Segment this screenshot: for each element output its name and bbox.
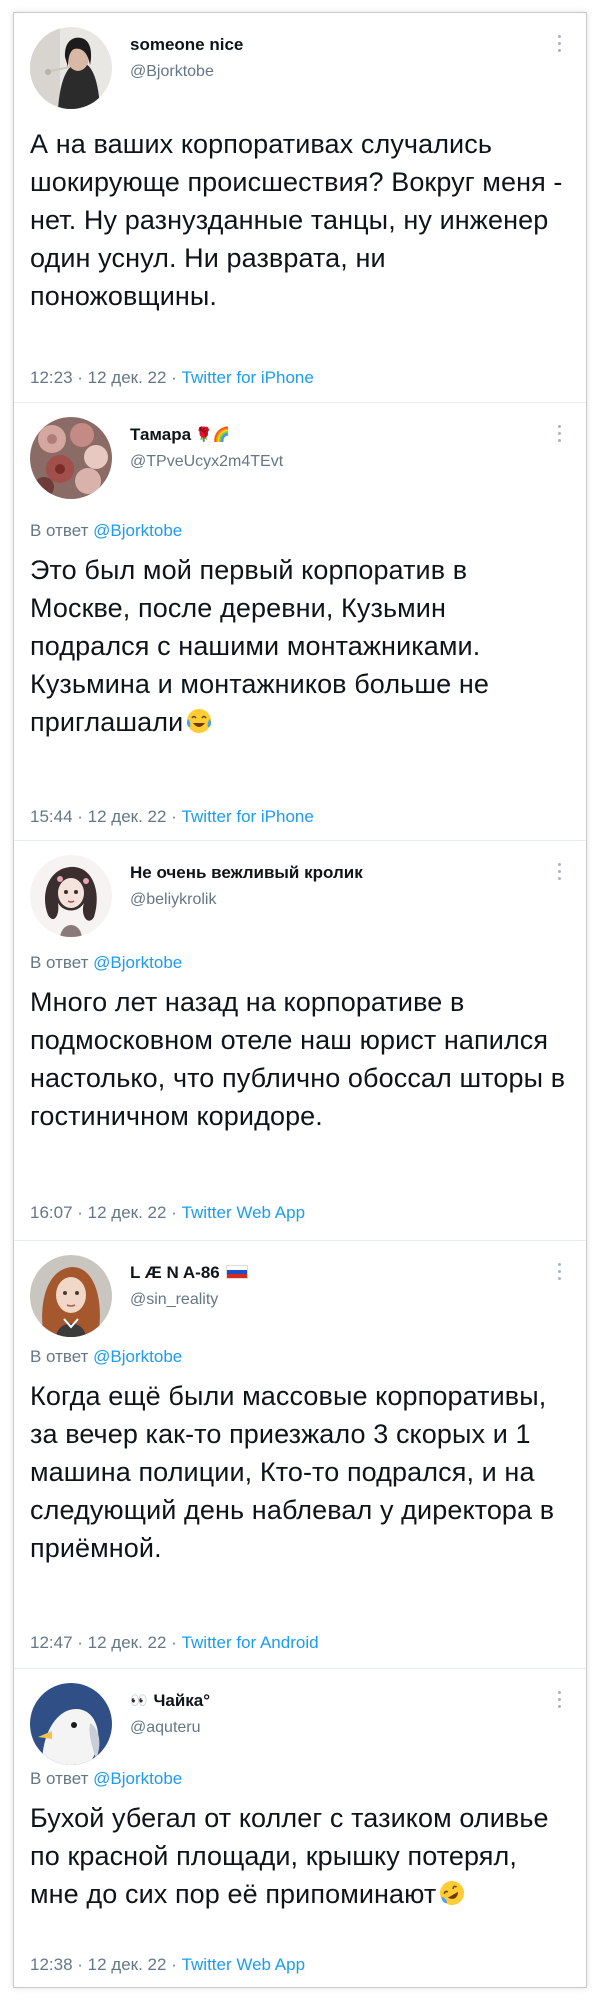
- reply-mention-link[interactable]: @Bjorktobe: [93, 953, 182, 972]
- avatar[interactable]: [30, 1255, 112, 1337]
- more-options-icon[interactable]: [554, 863, 564, 889]
- tweet-text: Это был мой первый корпоратив в Москве, …: [30, 551, 568, 741]
- username-handle[interactable]: @beliykrolik: [130, 891, 216, 909]
- display-name-text: someone nice: [130, 35, 244, 54]
- username-handle[interactable]: @aquteru: [130, 1719, 201, 1737]
- tweet-card[interactable]: Не очень вежливый кролик @beliykrolik В …: [14, 841, 586, 1241]
- rolling-on-the-floor-laughing-icon: [440, 1881, 465, 1905]
- tweet-text: А на ваших корпоративах случались шокиру…: [30, 129, 563, 311]
- flag-russia-icon: [225, 1265, 248, 1279]
- tweet-meta: 15:44 · 12 дек. 22 · Twitter for iPhone: [30, 807, 314, 827]
- tweet-card[interactable]: 👀 Чайка° @aquteru В ответ @Bjorktobe Бухо…: [14, 1669, 586, 1987]
- display-name-text: Не очень вежливый кролик: [130, 863, 363, 882]
- reply-context: В ответ @Bjorktobe: [30, 1347, 182, 1367]
- display-name[interactable]: Тамара 🌹🌈: [130, 425, 230, 445]
- display-name[interactable]: L Æ N A-86: [130, 1263, 248, 1283]
- avatar-woman-dark-image: [30, 27, 112, 109]
- tweet-card[interactable]: someone nice @Bjorktobe А на ваших корпо…: [14, 13, 586, 403]
- username-handle[interactable]: @sin_reality: [130, 1291, 218, 1309]
- tweet-timestamp[interactable]: 15:44 · 12 дек. 22 ·: [30, 807, 182, 826]
- tweet-source[interactable]: Twitter Web App: [182, 1203, 305, 1222]
- tweet-meta: 12:47 · 12 дек. 22 · Twitter for Android: [30, 1633, 319, 1653]
- tweet-timestamp[interactable]: 16:07 · 12 дек. 22 ·: [30, 1203, 182, 1222]
- eyes-emoji-badge: 👀: [130, 1692, 148, 1708]
- username-handle[interactable]: @Bjorktobe: [130, 63, 214, 81]
- more-options-icon[interactable]: [554, 35, 564, 61]
- tweet-card[interactable]: L Æ N A-86 @sin_reality В ответ @Bjorkto…: [14, 1241, 586, 1669]
- display-name-text: Тамара: [130, 425, 192, 444]
- name-emoji-badge: 🌹🌈: [195, 426, 230, 442]
- avatar-seagull-image: [30, 1683, 112, 1765]
- tweet-source[interactable]: Twitter for iPhone: [182, 807, 314, 826]
- tweet-source[interactable]: Twitter Web App: [182, 1955, 305, 1974]
- display-name-text: L Æ N A-86: [130, 1263, 220, 1282]
- tweet-source[interactable]: Twitter for iPhone: [182, 368, 314, 387]
- tweet-timestamp[interactable]: 12:23 · 12 дек. 22 ·: [30, 368, 182, 387]
- reply-context: В ответ @Bjorktobe: [30, 1769, 182, 1789]
- tweet-meta: 16:07 · 12 дек. 22 · Twitter Web App: [30, 1203, 305, 1223]
- tweet-timestamp[interactable]: 12:38 · 12 дек. 22 ·: [30, 1955, 182, 1974]
- more-options-icon[interactable]: [554, 425, 564, 451]
- tweet-text: Много лет назад на корпоративе в подмоск…: [30, 987, 566, 1131]
- reply-mention-link[interactable]: @Bjorktobe: [93, 1347, 182, 1366]
- more-options-icon[interactable]: [554, 1263, 564, 1289]
- avatar[interactable]: [30, 27, 112, 109]
- tweet-text-content: Это был мой первый корпоратив в Москве, …: [30, 555, 489, 737]
- reply-context: В ответ @Bjorktobe: [30, 521, 182, 541]
- more-options-icon[interactable]: [554, 1691, 564, 1717]
- face-with-tears-of-joy-icon: [187, 709, 212, 733]
- avatar-flowers-image: [30, 417, 112, 499]
- reply-prefix: В ответ: [30, 1769, 94, 1788]
- tweet-thread: someone nice @Bjorktobe А на ваших корпо…: [13, 12, 587, 1988]
- avatar-redhead-portrait-image: [30, 1255, 112, 1337]
- tweet-text: Когда ещё были массовые корпоративы, за …: [30, 1381, 555, 1563]
- display-name[interactable]: someone nice: [130, 35, 243, 55]
- tweet-source[interactable]: Twitter for Android: [182, 1633, 319, 1652]
- avatar[interactable]: [30, 855, 112, 937]
- tweet-card[interactable]: Тамара 🌹🌈 @TPveUcyx2m4TEvt В ответ @Bjork…: [14, 403, 586, 841]
- reply-context: В ответ @Bjorktobe: [30, 953, 182, 973]
- reply-prefix: В ответ: [30, 1347, 94, 1366]
- avatar-illustrated-girl-image: [30, 855, 112, 937]
- tweet-meta: 12:38 · 12 дек. 22 · Twitter Web App: [30, 1955, 305, 1975]
- username-handle[interactable]: @TPveUcyx2m4TEvt: [130, 453, 283, 471]
- display-name[interactable]: Не очень вежливый кролик: [130, 863, 363, 883]
- avatar[interactable]: [30, 1683, 112, 1765]
- reply-prefix: В ответ: [30, 953, 94, 972]
- display-name[interactable]: 👀 Чайка°: [130, 1691, 210, 1711]
- reply-prefix: В ответ: [30, 521, 94, 540]
- display-name-text: Чайка°: [153, 1691, 211, 1710]
- reply-mention-link[interactable]: @Bjorktobe: [93, 521, 182, 540]
- tweet-timestamp[interactable]: 12:47 · 12 дек. 22 ·: [30, 1633, 182, 1652]
- tweet-text: Бухой убегал от коллег с тазиком оливье …: [30, 1799, 568, 1913]
- avatar[interactable]: [30, 417, 112, 499]
- reply-mention-link[interactable]: @Bjorktobe: [93, 1769, 182, 1788]
- tweet-meta: 12:23 · 12 дек. 22 · Twitter for iPhone: [30, 368, 314, 388]
- tweet-text-content: Бухой убегал от коллег с тазиком оливье …: [30, 1803, 549, 1909]
